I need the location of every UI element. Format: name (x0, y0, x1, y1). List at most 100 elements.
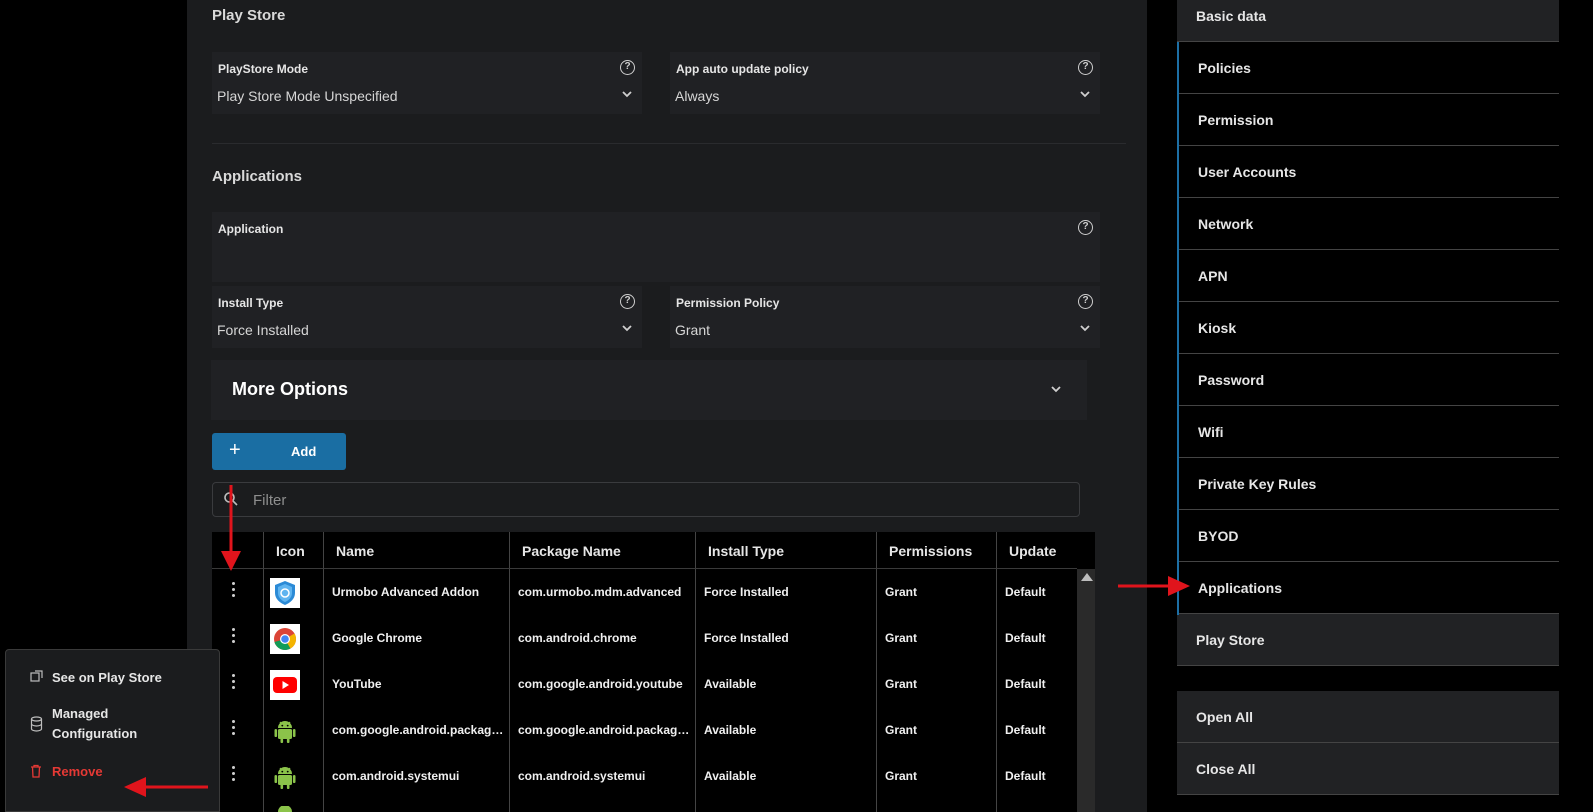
add-button[interactable]: + Add (212, 433, 346, 470)
help-icon[interactable]: ? (1078, 294, 1093, 309)
nav-item-private-key-rules[interactable]: Private Key Rules (1177, 458, 1559, 510)
row-menu-icon[interactable] (230, 720, 236, 740)
column-header-install-type[interactable]: Install Type (708, 543, 784, 559)
app-name: Google Chrome (332, 631, 423, 645)
app-package: com.android.systemui (518, 769, 646, 783)
applications-table: Icon Name Package Name Install Type Perm… (212, 532, 1095, 812)
row-menu-icon[interactable] (230, 628, 236, 648)
app-install-type: Available (704, 769, 757, 783)
youtube-icon (270, 670, 300, 700)
app-permissions: Grant (885, 677, 918, 691)
see-on-play-store-item[interactable]: See on Play Store (6, 666, 221, 690)
nav-item-apn[interactable]: APN (1177, 250, 1559, 302)
nav-item-label: BYOD (1198, 528, 1239, 544)
playstore-mode-label: PlayStore Mode (218, 62, 309, 76)
column-header-name[interactable]: Name (336, 543, 374, 559)
auto-update-policy-value: Always (675, 88, 720, 104)
nav-item-policies[interactable]: Policies (1177, 42, 1559, 94)
table-row[interactable]: com.android.systemui com.android.systemu… (212, 754, 1077, 800)
nav-item-label: Basic data (1196, 8, 1267, 24)
close-all-button[interactable]: Close All (1177, 743, 1559, 795)
annotation-arrow-down (221, 485, 241, 571)
filter-field[interactable] (212, 482, 1080, 517)
application-input[interactable]: Application ? (212, 212, 1100, 282)
app-name: com.android.systemui (332, 769, 460, 783)
open-all-button[interactable]: Open All (1177, 691, 1559, 743)
annotation-arrow-left (124, 777, 208, 797)
chrome-icon (270, 624, 300, 654)
managed-configuration-label-line1: Managed (52, 706, 109, 721)
nav-item-permission[interactable]: Permission (1177, 94, 1559, 146)
nav-item-byod[interactable]: BYOD (1177, 510, 1559, 562)
nav-item-label: Play Store (1196, 632, 1265, 648)
playstore-mode-value: Play Store Mode Unspecified (217, 88, 398, 104)
help-icon[interactable]: ? (620, 294, 635, 309)
app-install-type: Available (704, 677, 757, 691)
android-icon (274, 767, 296, 789)
table-row[interactable]: Urmobo Advanced Addon com.urmobo.mdm.adv… (212, 570, 1077, 616)
app-package: com.google.android.youtube (518, 677, 683, 691)
help-icon[interactable]: ? (620, 60, 635, 75)
app-permissions: Grant (885, 585, 918, 599)
permission-policy-select[interactable]: Permission Policy Grant ? (670, 286, 1100, 348)
app-install-type: Force Installed (704, 631, 789, 645)
column-header-package-name[interactable]: Package Name (522, 543, 621, 559)
nav-item-label: Kiosk (1198, 320, 1237, 336)
database-icon (30, 716, 43, 732)
table-row[interactable]: YouTube com.google.android.youtube Avail… (212, 662, 1077, 708)
nav-item-wifi[interactable]: Wifi (1177, 406, 1559, 458)
managed-configuration-item[interactable]: Managed Configuration (6, 704, 221, 748)
auto-update-policy-select[interactable]: App auto update policy Always ? (670, 52, 1100, 114)
nav-item-kiosk[interactable]: Kiosk (1177, 302, 1559, 354)
table-row[interactable]: Google Chrome com.android.chrome Force I… (212, 616, 1077, 662)
chevron-down-icon (1080, 325, 1090, 332)
more-options-accordion[interactable]: More Options (211, 360, 1087, 420)
column-header-icon[interactable]: Icon (276, 543, 305, 559)
table-header: Icon Name Package Name Install Type Perm… (212, 532, 1077, 569)
row-menu-icon[interactable] (230, 674, 236, 694)
auto-update-policy-label: App auto update policy (676, 62, 809, 76)
app-name: com.google.android.packagei... (332, 723, 504, 737)
close-all-label: Close All (1196, 761, 1256, 777)
nav-item-label: Permission (1198, 112, 1274, 128)
plus-icon: + (229, 439, 241, 461)
nav-item-play-store[interactable]: Play Store (1177, 614, 1559, 666)
app-name: YouTube (332, 677, 382, 691)
chevron-down-icon (1051, 386, 1061, 393)
android-icon (274, 721, 296, 743)
app-name: Urmobo Advanced Addon (332, 585, 480, 599)
open-all-label: Open All (1196, 709, 1254, 725)
app-update: Default (1005, 585, 1046, 599)
row-menu-icon[interactable] (230, 582, 236, 602)
nav-item-password[interactable]: Password (1177, 354, 1559, 406)
nav-item-basic-data[interactable]: Basic data (1177, 0, 1559, 42)
app-update: Default (1005, 769, 1046, 783)
nav-item-applications[interactable]: Applications (1177, 562, 1559, 614)
filter-input[interactable] (253, 490, 1053, 510)
remove-label: Remove (52, 764, 103, 779)
nav-item-user-accounts[interactable]: User Accounts (1177, 146, 1559, 198)
playstore-section-title: Play Store (212, 7, 286, 24)
see-on-play-store-label: See on Play Store (52, 670, 162, 685)
help-icon[interactable]: ? (1078, 220, 1093, 235)
playstore-mode-select[interactable]: PlayStore Mode Play Store Mode Unspecifi… (212, 52, 642, 114)
scroll-up-arrow-icon[interactable] (1081, 573, 1093, 581)
nav-item-label: Applications (1198, 580, 1283, 596)
chevron-down-icon (622, 91, 632, 98)
nav-item-label: Private Key Rules (1198, 476, 1317, 492)
nav-item-network[interactable]: Network (1177, 198, 1559, 250)
column-header-update[interactable]: Update (1009, 543, 1056, 559)
app-package: com.android.chrome (518, 631, 637, 645)
android-icon (278, 806, 292, 812)
help-icon[interactable]: ? (1078, 60, 1093, 75)
install-type-select[interactable]: Install Type Force Installed ? (212, 286, 642, 348)
row-menu-icon[interactable] (230, 766, 236, 786)
table-scrollbar[interactable] (1077, 569, 1095, 812)
column-header-permissions[interactable]: Permissions (889, 543, 972, 559)
app-package: com.google.android.packagei... (518, 723, 690, 737)
install-type-value: Force Installed (217, 322, 309, 338)
table-row[interactable]: com.google.android.packagei... com.googl… (212, 708, 1077, 754)
section-divider (212, 143, 1126, 144)
add-button-label: Add (291, 444, 317, 459)
chevron-down-icon (1080, 91, 1090, 98)
